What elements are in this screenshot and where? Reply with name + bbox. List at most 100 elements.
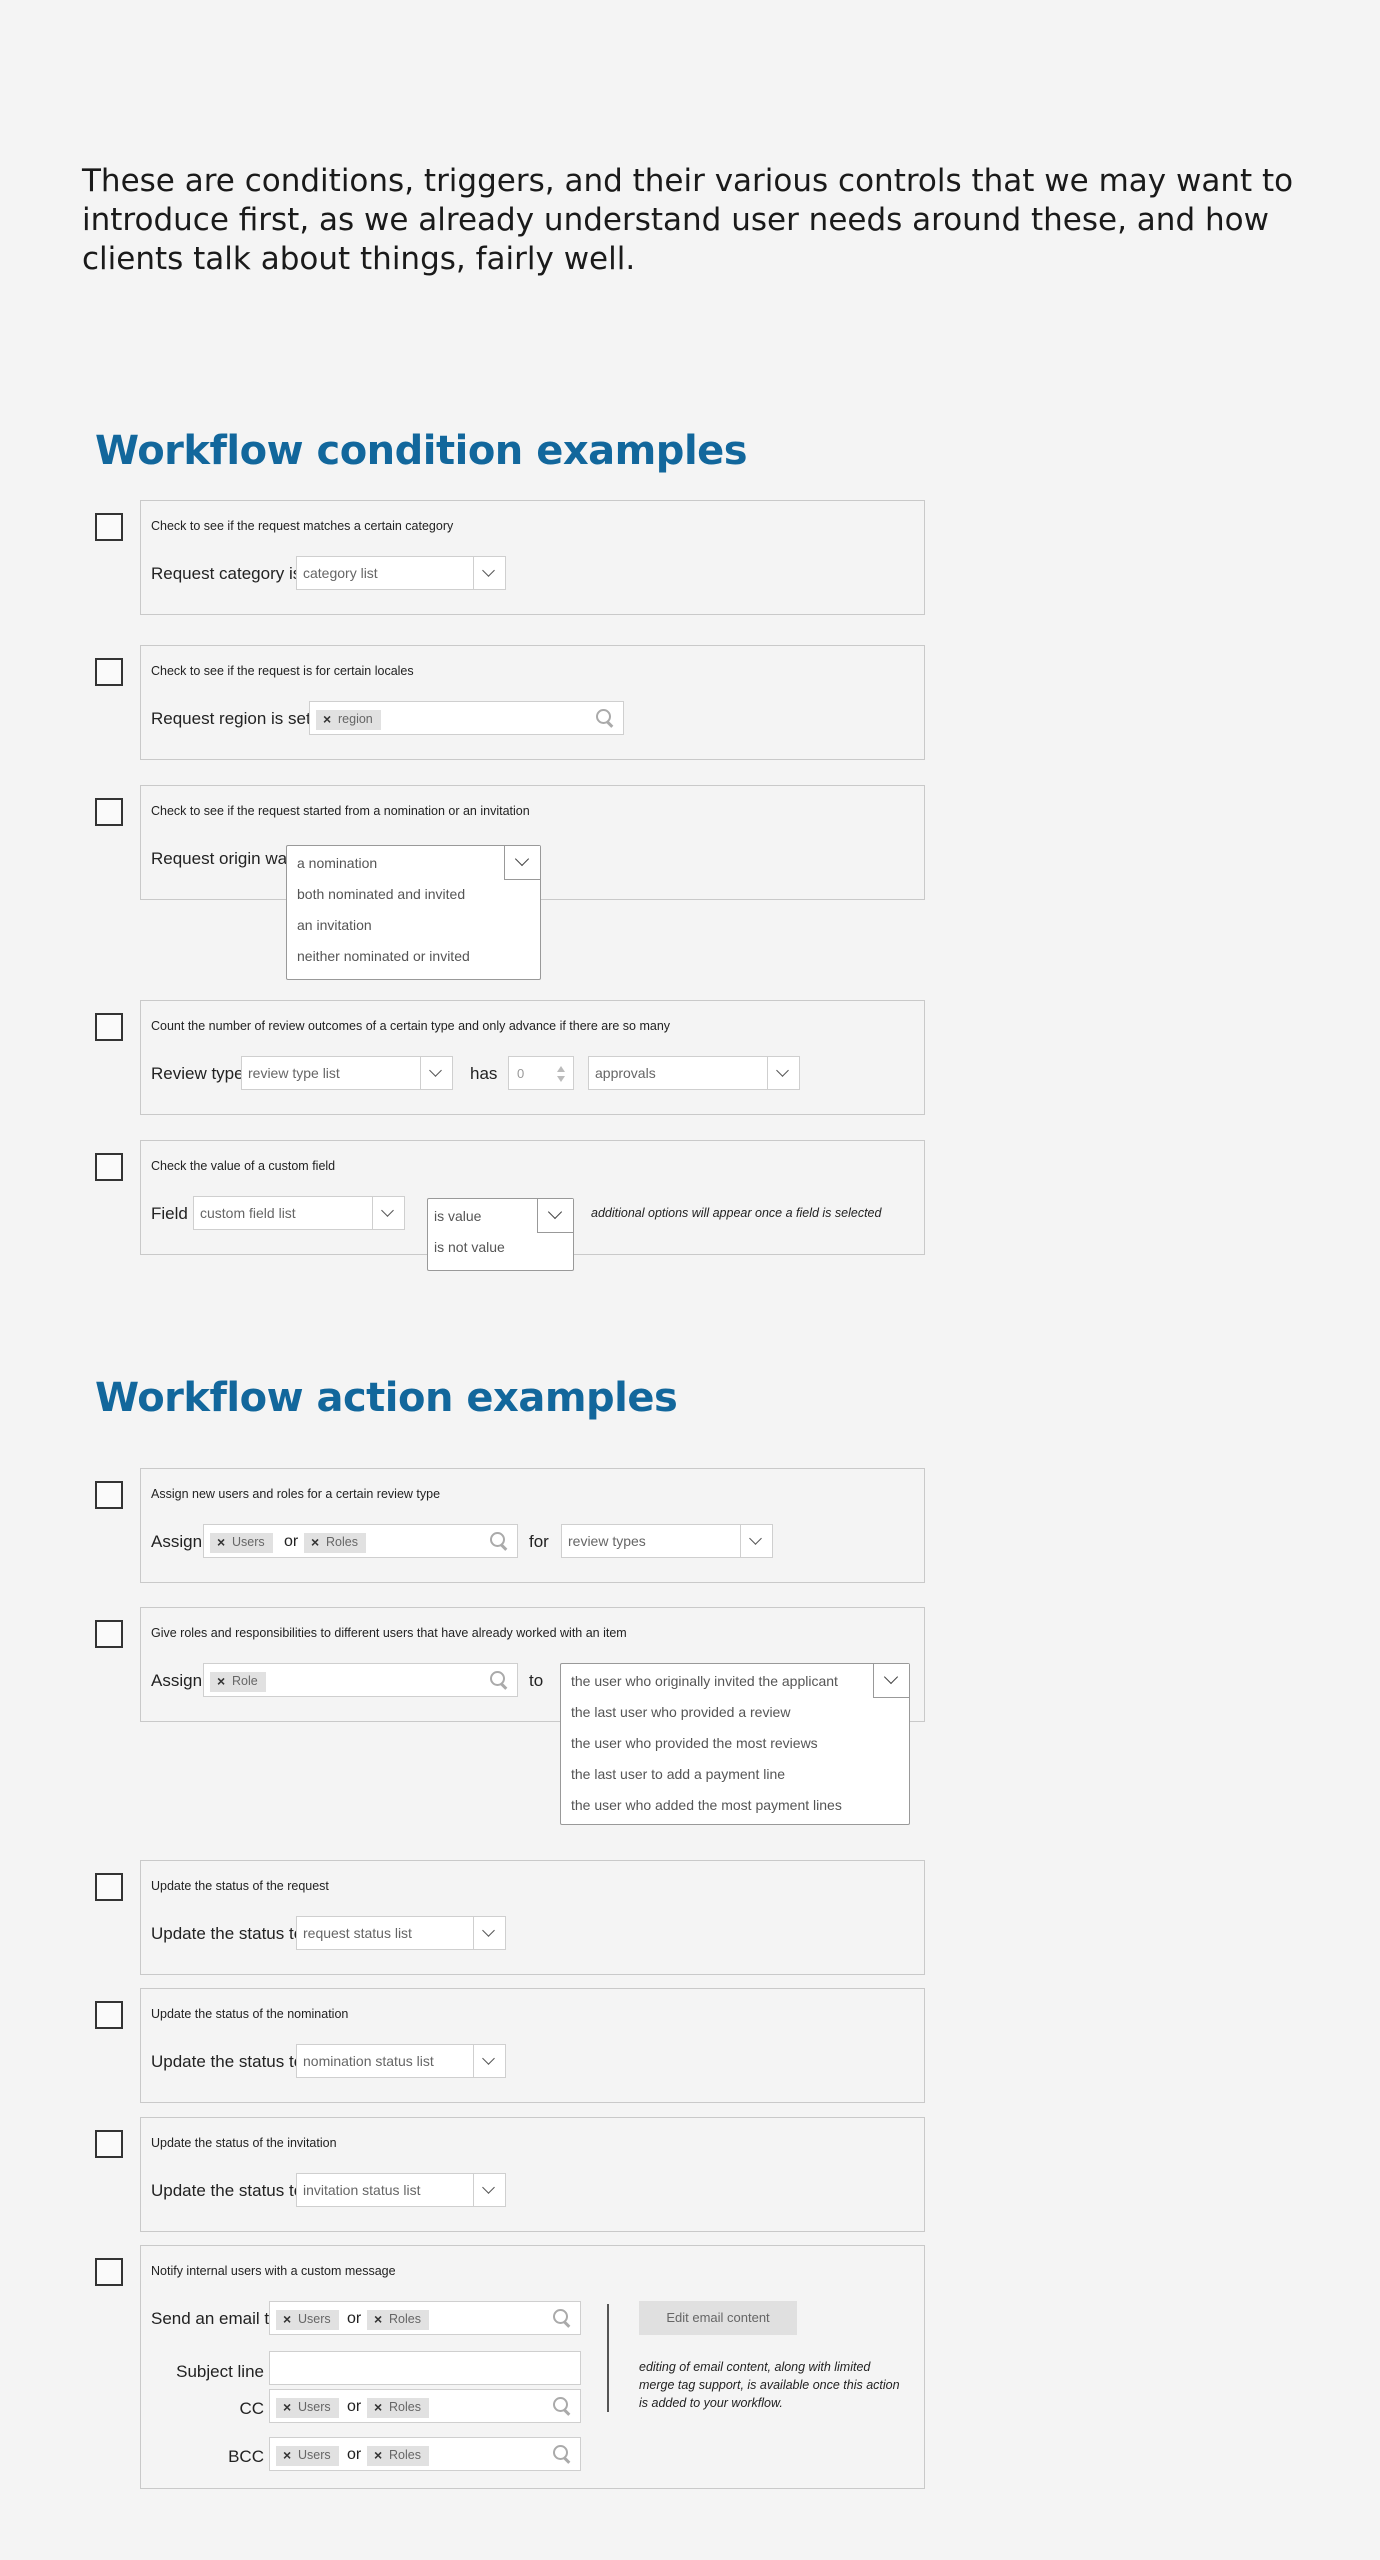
count-stepper[interactable]: 0 — [508, 1056, 574, 1090]
select-value: approvals — [595, 1065, 656, 1081]
users-tag[interactable]: × Users — [210, 1533, 273, 1553]
chevron-down-icon[interactable] — [873, 1664, 909, 1698]
search-icon — [489, 1670, 509, 1690]
tag-label: Users — [232, 1535, 265, 1549]
remove-icon[interactable]: × — [374, 2399, 382, 2415]
dropdown-option[interactable]: is not value — [434, 1239, 505, 1255]
role-tag[interactable]: × Role — [210, 1672, 266, 1692]
send-email-label: Send an email to — [151, 2309, 269, 2328]
tag-label: Users — [298, 2448, 331, 2462]
conditions-title: Workflow condition examples — [95, 428, 748, 474]
email-to-input[interactable]: × Users or × Roles — [269, 2301, 581, 2335]
condition-checkbox[interactable] — [95, 798, 123, 826]
subject-field[interactable] — [269, 2351, 581, 2385]
nomination-status-select[interactable]: nomination status list — [296, 2044, 506, 2078]
increment-icon[interactable] — [557, 1066, 565, 1072]
roles-tag[interactable]: × Roles — [367, 2310, 429, 2330]
region-tag[interactable]: × region — [316, 710, 381, 730]
condition-label: Request category is — [151, 564, 302, 583]
remove-icon[interactable]: × — [323, 711, 331, 727]
search-icon — [552, 2396, 572, 2416]
remove-icon[interactable]: × — [311, 1534, 319, 1550]
dropdown-option[interactable]: the user who originally invited the appl… — [571, 1673, 838, 1689]
users-tag[interactable]: × Users — [276, 2398, 339, 2418]
select-value: review types — [568, 1533, 646, 1549]
review-types-select[interactable]: review types — [561, 1524, 773, 1558]
or-label: or — [347, 2310, 362, 2327]
select-value: category list — [303, 565, 378, 581]
search-icon — [489, 1531, 509, 1551]
dropdown-option[interactable]: both nominated and invited — [297, 886, 465, 902]
condition-checkbox[interactable] — [95, 658, 123, 686]
action-checkbox[interactable] — [95, 2001, 123, 2029]
action-label: Update the status to — [151, 1924, 304, 1943]
remove-icon[interactable]: × — [283, 2311, 291, 2327]
chevron-down-icon — [473, 2045, 505, 2077]
condition-label: Request region is set t — [151, 709, 309, 728]
action-checkbox[interactable] — [95, 1481, 123, 1509]
outcome-select[interactable]: approvals — [588, 1056, 800, 1090]
condition-checkbox[interactable] — [95, 1013, 123, 1041]
dropdown-option[interactable]: the last user who provided a review — [571, 1704, 790, 1720]
dropdown-option[interactable]: is value — [434, 1208, 481, 1224]
action-label: Update the status to — [151, 2052, 304, 2071]
origin-dropdown[interactable]: a nomination both nominated and invited … — [286, 845, 541, 980]
remove-icon[interactable]: × — [283, 2399, 291, 2415]
action-checkbox[interactable] — [95, 2258, 123, 2286]
dropdown-option[interactable]: the last user to add a payment line — [571, 1766, 785, 1782]
tag-label: Roles — [389, 2400, 421, 2414]
condition-description: Check the value of a custom field — [151, 1159, 336, 1173]
condition-checkbox[interactable] — [95, 513, 123, 541]
action-checkbox[interactable] — [95, 2130, 123, 2158]
edit-email-button[interactable]: Edit email content — [639, 2301, 797, 2335]
review-type-select[interactable]: review type list — [241, 1056, 453, 1090]
remove-icon[interactable]: × — [217, 1673, 225, 1689]
select-value: review type list — [248, 1065, 340, 1081]
users-tag[interactable]: × Users — [276, 2310, 339, 2330]
users-tag[interactable]: × Users — [276, 2446, 339, 2466]
cc-input[interactable]: × Users or × Roles — [269, 2389, 581, 2423]
remove-icon[interactable]: × — [374, 2447, 382, 2463]
condition-description: Check to see if the request is for certa… — [151, 664, 414, 678]
or-label: or — [347, 2446, 362, 2463]
divider — [607, 2304, 609, 2412]
dropdown-option[interactable]: an invitation — [297, 917, 372, 933]
assignee-input[interactable]: × Users or × Roles — [203, 1524, 518, 1558]
chevron-down-icon[interactable] — [537, 1199, 573, 1233]
action-label: Update the status to — [151, 2181, 304, 2200]
search-icon — [595, 708, 615, 728]
dropdown-option[interactable]: a nomination — [297, 855, 377, 871]
action-checkbox[interactable] — [95, 1873, 123, 1901]
value-dropdown[interactable]: is value is not value — [427, 1198, 574, 1271]
tag-label: Roles — [389, 2312, 421, 2326]
role-input[interactable]: × Role — [203, 1663, 518, 1697]
select-value: custom field list — [200, 1205, 296, 1221]
subject-label: Subject line — [176, 2362, 264, 2381]
decrement-icon[interactable] — [557, 1076, 565, 1082]
request-status-select[interactable]: request status list — [296, 1916, 506, 1950]
tag-label: Users — [298, 2312, 331, 2326]
remove-icon[interactable]: × — [374, 2311, 382, 2327]
roles-tag[interactable]: × Roles — [367, 2398, 429, 2418]
roles-tag[interactable]: × Roles — [304, 1533, 366, 1553]
chevron-down-icon — [473, 2174, 505, 2206]
remove-icon[interactable]: × — [283, 2447, 291, 2463]
chevron-down-icon — [767, 1057, 799, 1089]
chevron-down-icon — [740, 1525, 772, 1557]
chevron-down-icon[interactable] — [504, 846, 540, 880]
invitation-status-select[interactable]: invitation status list — [296, 2173, 506, 2207]
remove-icon[interactable]: × — [217, 1534, 225, 1550]
dropdown-option[interactable]: neither nominated or invited — [297, 948, 470, 964]
roles-tag[interactable]: × Roles — [367, 2446, 429, 2466]
action-checkbox[interactable] — [95, 1620, 123, 1648]
intro-text: These are conditions, triggers, and thei… — [82, 163, 1294, 277]
dropdown-option[interactable]: the user who added the most payment line… — [571, 1797, 842, 1813]
custom-field-select[interactable]: custom field list — [193, 1196, 405, 1230]
dropdown-option[interactable]: the user who provided the most reviews — [571, 1735, 818, 1751]
category-select[interactable]: category list — [296, 556, 506, 590]
region-input[interactable]: × region — [309, 701, 624, 735]
condition-checkbox[interactable] — [95, 1153, 123, 1181]
user-dropdown[interactable]: the user who originally invited the appl… — [560, 1663, 910, 1825]
search-icon — [552, 2444, 572, 2464]
bcc-input[interactable]: × Users or × Roles — [269, 2437, 581, 2471]
